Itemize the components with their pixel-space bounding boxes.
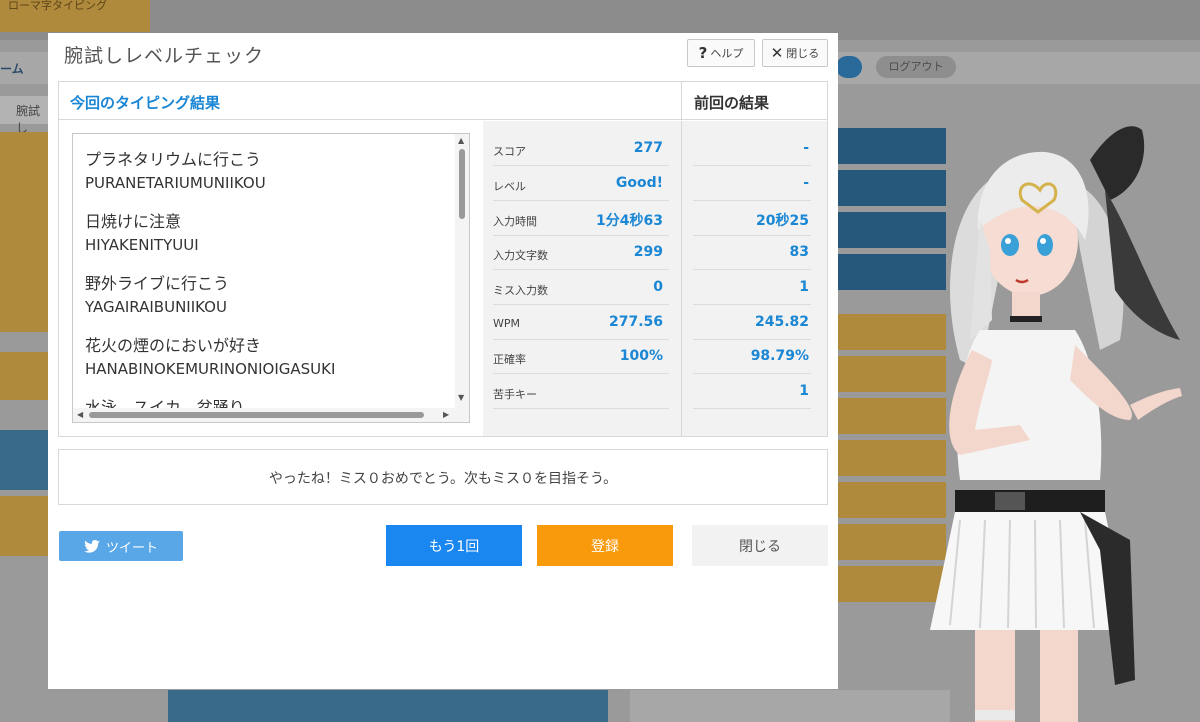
- previous-row-accuracy: 98.79%: [693, 340, 811, 374]
- tab-current-label: 今回のタイピング結果: [70, 94, 221, 112]
- list-item: 野外ライブに行こう YAGAIRAIBUNIIKOU: [85, 270, 229, 316]
- bg-bottom-banner: [168, 690, 608, 722]
- scroll-down-icon[interactable]: ▼: [458, 393, 464, 402]
- close-button[interactable]: 閉じる: [692, 525, 828, 566]
- dialog-title: 腕試しレベルチェック: [64, 45, 265, 67]
- help-button[interactable]: ? ヘルプ: [687, 39, 755, 67]
- tweet-button-label: ツイート: [105, 540, 158, 556]
- previous-row-time: 20秒25: [693, 202, 811, 236]
- result-message: やったね！ミス０おめでとう。次もミス０を目指そう。: [268, 471, 618, 487]
- bg-left-panel-2: [0, 352, 48, 400]
- bg-breadcrumb: 腕試し: [0, 96, 48, 135]
- stat-row-score: スコア 277: [493, 132, 669, 166]
- stat-label: レベル: [493, 180, 526, 193]
- word-romaji: YAGAIRAIBUNIIKOU: [85, 298, 227, 316]
- word-japanese: 日焼けに注意: [85, 212, 182, 231]
- word-romaji: PURANETARIUMUNIIKOU: [85, 174, 266, 192]
- previous-value: -: [803, 175, 809, 191]
- stat-row-weak-keys: 苦手キー: [493, 375, 669, 409]
- previous-row-level: -: [693, 167, 811, 201]
- word-japanese: 野外ライブに行こう: [85, 274, 230, 293]
- horizontal-scroll-thumb[interactable]: [89, 412, 424, 418]
- scroll-left-icon[interactable]: ◀: [77, 410, 83, 419]
- retry-button[interactable]: もう1回: [386, 525, 522, 566]
- bg-left-panel-3: [0, 430, 48, 490]
- list-item: プラネタリウムに行こう PURANETARIUMUNIIKOU: [85, 146, 266, 192]
- stat-label: WPM: [493, 317, 521, 330]
- scroll-right-icon[interactable]: ▶: [443, 410, 449, 419]
- stat-label: 正確率: [493, 353, 526, 366]
- previous-value: -: [803, 140, 809, 156]
- word-japanese: プラネタリウムに行こう: [85, 150, 262, 169]
- stat-value: 1分4秒63: [596, 213, 663, 229]
- word-list[interactable]: プラネタリウムに行こう PURANETARIUMUNIIKOU 日焼けに注意 H…: [72, 133, 470, 423]
- stat-value: Good!: [615, 175, 663, 191]
- level-check-dialog: 腕試しレベルチェック ? ヘルプ ✕ 閉じる 今回のタイピング結果 前回の結果 …: [48, 33, 838, 689]
- previous-divider: [681, 121, 682, 436]
- tab-current-results: 今回のタイピング結果: [59, 82, 682, 120]
- stat-value: 299: [633, 244, 663, 260]
- tweet-button[interactable]: ツイート: [59, 531, 183, 561]
- stat-row-chars: 入力文字数 299: [493, 236, 669, 270]
- bg-nav-pill: [836, 56, 862, 78]
- list-item: 花火の煙のにおいが好き HANABINOKEMURINONIOIGASUKI: [85, 332, 335, 378]
- tab-previous-label: 前回の結果: [694, 94, 770, 112]
- previous-value: 20秒25: [756, 213, 809, 229]
- stat-row-misses: ミス入力数 0: [493, 271, 669, 305]
- stat-label: 入力文字数: [493, 249, 548, 262]
- previous-value: 245.82: [754, 314, 809, 330]
- previous-row-weak-keys: 1: [693, 375, 811, 409]
- stat-label: スコア: [493, 145, 526, 158]
- vertical-scroll-thumb[interactable]: [459, 149, 465, 219]
- word-romaji: HIYAKENITYUUI: [85, 236, 199, 254]
- previous-value: 98.79%: [750, 348, 809, 364]
- stat-value: 277.56: [608, 314, 663, 330]
- word-romaji: HANABINOKEMURINONIOIGASUKI: [85, 360, 336, 378]
- help-button-label: ヘルプ: [710, 47, 744, 60]
- tab-previous-results: 前回の結果: [682, 82, 827, 120]
- x-icon: ✕: [770, 44, 784, 62]
- stat-value: 277: [633, 140, 663, 156]
- twitter-bird-icon: [84, 539, 100, 553]
- previous-value: 83: [789, 244, 809, 260]
- bg-logo: ローマ字タイピング: [0, 0, 150, 32]
- bg-nav-home: ーム: [0, 62, 24, 76]
- previous-row-score: -: [693, 132, 811, 166]
- stat-value: 100%: [619, 348, 663, 364]
- stat-row-wpm: WPM 277.56: [493, 306, 669, 340]
- scroll-up-icon[interactable]: ▲: [458, 136, 464, 145]
- stat-label: ミス入力数: [493, 284, 548, 297]
- previous-row-chars: 83: [693, 236, 811, 270]
- character-illustration: [930, 126, 1182, 722]
- stat-label: 苦手キー: [493, 388, 537, 401]
- question-icon: ?: [698, 44, 708, 62]
- results-panel: 今回のタイピング結果 前回の結果 プラネタリウムに行こう PURANETARIU…: [58, 81, 828, 437]
- previous-row-wpm: 245.82: [693, 306, 811, 340]
- list-item: 日焼けに注意 HIYAKENITYUUI: [85, 208, 199, 254]
- result-message-box: やったね！ミス０おめでとう。次もミス０を目指そう。: [58, 449, 828, 505]
- stat-value: 0: [653, 279, 663, 295]
- stat-row-accuracy: 正確率 100%: [493, 340, 669, 374]
- bg-left-panel-4: [0, 496, 48, 556]
- stat-label: 入力時間: [493, 215, 537, 228]
- horizontal-scrollbar[interactable]: ◀ ▶: [73, 408, 457, 422]
- vertical-scrollbar[interactable]: ▲ ▼: [455, 134, 469, 422]
- stat-row-time: 入力時間 1分4秒63: [493, 202, 669, 236]
- header-close-button[interactable]: ✕ 閉じる: [762, 39, 828, 67]
- bg-logout-button: ログアウト: [876, 56, 956, 78]
- bg-left-panel: [0, 132, 48, 332]
- previous-value: 1: [799, 279, 809, 295]
- previous-value: 1: [799, 383, 809, 399]
- previous-row-misses: 1: [693, 271, 811, 305]
- stat-row-level: レベル Good!: [493, 167, 669, 201]
- register-button[interactable]: 登録: [537, 525, 673, 566]
- word-japanese: 花火の煙のにおいが好き: [85, 336, 262, 355]
- header-close-label: 閉じる: [786, 47, 820, 60]
